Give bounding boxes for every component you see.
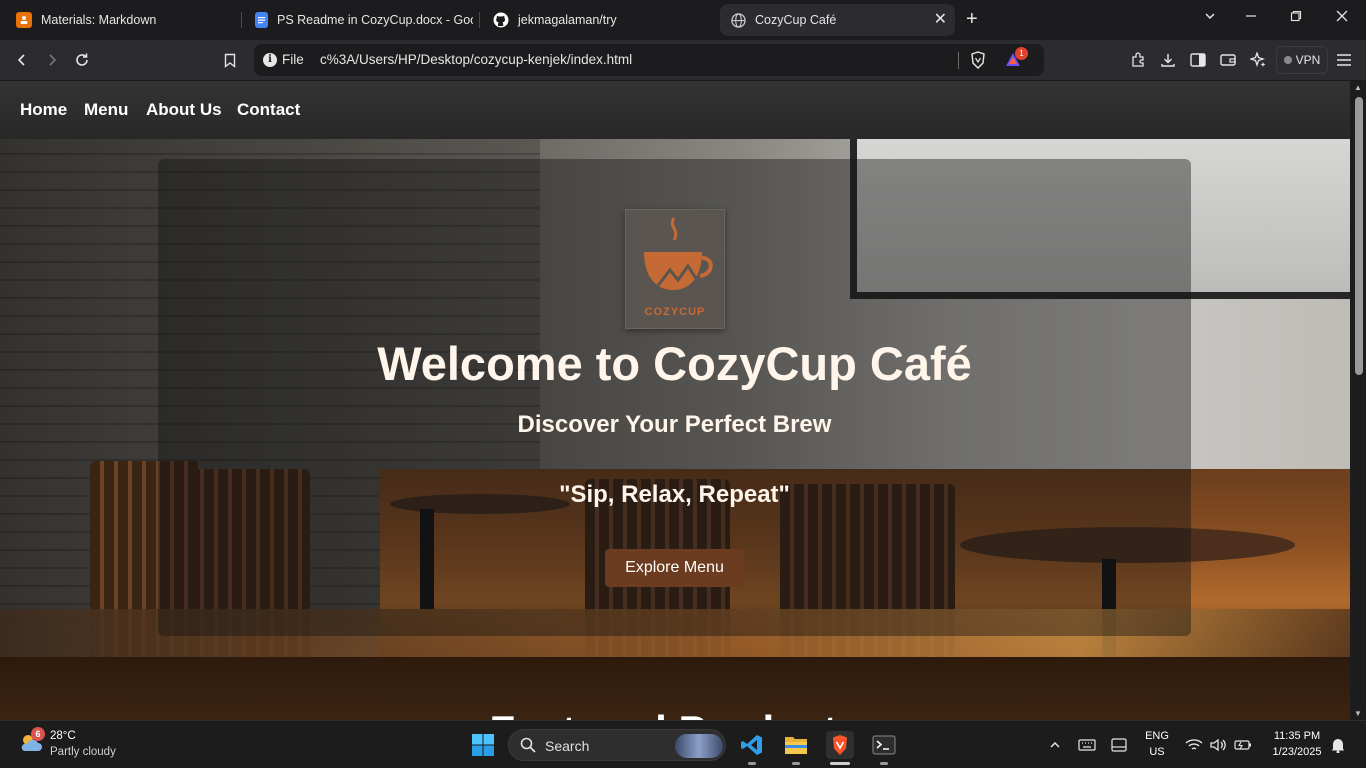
github-icon: [493, 12, 509, 28]
taskbar-search[interactable]: Search: [508, 729, 726, 761]
taskbar: 6 28°C Partly cloudy Search ENG US 11:35…: [0, 720, 1366, 768]
tab-separator: [479, 12, 480, 28]
browser-toolbar: i File c%3A/Users/HP/Desktop/cozycup-ken…: [0, 40, 1366, 81]
hero-subtitle: Discover Your Perfect Brew: [517, 411, 832, 438]
file-explorer-icon[interactable]: [782, 731, 810, 759]
close-icon[interactable]: ✕: [934, 12, 947, 28]
wallet-icon[interactable]: [1218, 50, 1238, 70]
forward-icon[interactable]: [42, 50, 62, 70]
tab-search-chevron-icon[interactable]: [1204, 9, 1216, 25]
menu-icon[interactable]: [1334, 50, 1354, 70]
tab-strip: Materials: Markdown PS Readme in CozyCup…: [0, 0, 1366, 40]
vpn-status-icon: [1283, 56, 1292, 64]
back-icon[interactable]: [12, 50, 32, 70]
scroll-down-icon[interactable]: ▼: [1354, 709, 1362, 718]
scroll-up-icon[interactable]: ▲: [1354, 83, 1362, 92]
leo-ai-icon[interactable]: [1248, 50, 1268, 70]
tab-ps-readme[interactable]: PS Readme in CozyCup.docx - Goog: [245, 4, 473, 36]
touchpad-icon[interactable]: [1105, 731, 1133, 759]
language-line2[interactable]: US: [1140, 746, 1174, 758]
page-scrollbar[interactable]: ▲ ▼: [1350, 81, 1366, 720]
person-board-icon: [16, 12, 32, 28]
chevron-up-icon[interactable]: [1041, 731, 1069, 759]
scroll-thumb[interactable]: [1355, 97, 1363, 375]
hero-overlay-card: COZYCUP Welcome to CozyCup Café Discover…: [158, 159, 1191, 636]
hero-title: Welcome to CozyCup Café: [377, 337, 972, 390]
vpn-button[interactable]: VPN: [1276, 46, 1328, 74]
tab-materials-markdown[interactable]: Materials: Markdown: [6, 4, 238, 36]
search-highlight-image: [675, 734, 723, 758]
language-line1[interactable]: ENG: [1140, 730, 1174, 742]
hero-tagline: "Sip, Relax, Repeat": [559, 481, 790, 508]
brave-browser-icon[interactable]: [826, 731, 854, 759]
search-icon: [520, 737, 536, 758]
app-running-indicator: [792, 762, 800, 765]
keyboard-icon[interactable]: [1073, 731, 1101, 759]
address-bar[interactable]: i File c%3A/Users/HP/Desktop/cozycup-ken…: [254, 44, 1044, 76]
nav-menu[interactable]: Menu: [84, 100, 128, 120]
tab-github[interactable]: jekmagalaman/try: [483, 4, 715, 36]
rewards-badge: 1: [1015, 47, 1028, 60]
site-nav: Home Menu About Us Contact: [0, 81, 1350, 139]
nav-contact[interactable]: Contact: [237, 100, 300, 120]
tab-title: PS Readme in CozyCup.docx - Goog: [277, 13, 473, 27]
notification-bell-icon[interactable]: [1324, 731, 1352, 759]
page-viewport: Home Menu About Us Contact COZYCUP Welco…: [0, 81, 1350, 720]
app-active-indicator: [830, 762, 850, 765]
bookmark-icon[interactable]: [220, 50, 240, 70]
tab-title: jekmagalaman/try: [518, 13, 617, 27]
new-tab-icon[interactable]: +: [966, 8, 978, 30]
app-running-indicator: [880, 762, 888, 765]
clock-date[interactable]: 1/23/2025: [1262, 746, 1332, 758]
tab-cozycup-cafe[interactable]: CozyCup Café ✕: [720, 4, 955, 36]
weather-temp[interactable]: 28°C: [50, 730, 76, 742]
windows-start-icon[interactable]: [469, 731, 497, 759]
explore-menu-button[interactable]: Explore Menu: [605, 549, 744, 587]
tab-title: Materials: Markdown: [41, 13, 157, 27]
globe-icon: [730, 12, 746, 28]
weather-badge: 6: [31, 727, 45, 741]
clock-time[interactable]: 11:35 PM: [1262, 730, 1332, 742]
url-text[interactable]: c%3A/Users/HP/Desktop/cozycup-kenjek/ind…: [320, 52, 632, 67]
vscode-icon[interactable]: [738, 731, 766, 759]
logo-wordmark: COZYCUP: [644, 306, 706, 318]
nav-about-us[interactable]: About Us: [146, 100, 222, 120]
sidebar-icon[interactable]: [1188, 50, 1208, 70]
featured-products-section: Featured Products: [0, 657, 1350, 720]
extensions-icon[interactable]: [1128, 50, 1148, 70]
app-running-indicator: [748, 762, 756, 765]
terminal-icon[interactable]: [870, 731, 898, 759]
vpn-label: VPN: [1295, 53, 1321, 67]
hero-section: COZYCUP Welcome to CozyCup Café Discover…: [0, 139, 1350, 657]
site-info-icon[interactable]: i: [263, 53, 277, 67]
featured-title: Featured Products: [0, 707, 1350, 720]
reload-icon[interactable]: [72, 50, 92, 70]
search-label: Search: [545, 738, 590, 754]
restore-icon[interactable]: [1290, 9, 1302, 25]
volume-icon[interactable]: [1204, 731, 1232, 759]
docs-icon: [255, 12, 268, 28]
tab-title: CozyCup Café: [755, 13, 837, 27]
address-divider: [958, 52, 959, 69]
tab-separator: [241, 12, 242, 28]
window-close-icon[interactable]: [1336, 9, 1348, 25]
coffee-cup-icon: [644, 217, 713, 290]
scheme-label: File: [282, 52, 304, 67]
brave-shields-icon[interactable]: [970, 51, 986, 74]
weather-condition[interactable]: Partly cloudy: [50, 746, 116, 758]
minimize-icon[interactable]: [1245, 9, 1257, 25]
battery-icon[interactable]: [1229, 731, 1257, 759]
cozycup-logo: COZYCUP: [625, 209, 725, 329]
nav-home[interactable]: Home: [20, 100, 67, 120]
download-icon[interactable]: [1158, 50, 1178, 70]
